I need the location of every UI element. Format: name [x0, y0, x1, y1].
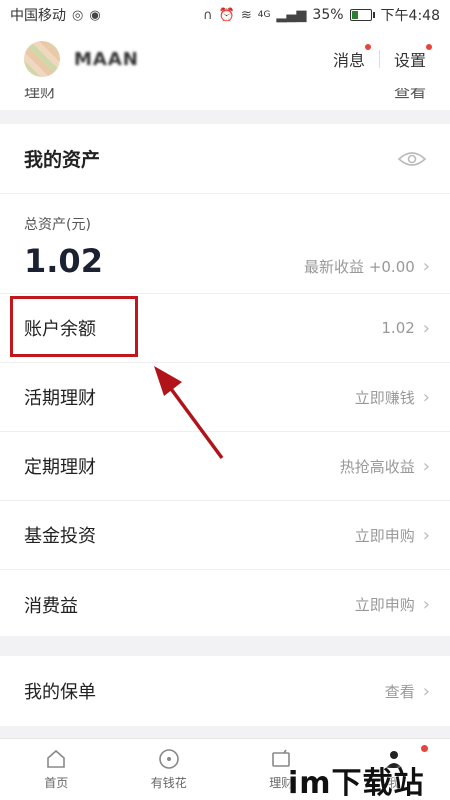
row-my-policy[interactable]: 我的保单 查看 ›: [0, 656, 450, 726]
carrier-label: 中国移动: [10, 8, 66, 24]
settings-badge: [426, 44, 432, 50]
wifi-icon: ≋: [240, 7, 252, 23]
status-left: 中国移动 ◎ ◉: [10, 5, 101, 25]
row-label: 消费益: [24, 595, 78, 617]
messages-badge: [364, 44, 371, 50]
nav-label: 首页: [44, 776, 69, 790]
row-right: 查看 ›: [385, 681, 430, 702]
row-right: 立即赚钱 ›: [355, 387, 430, 408]
highlight-box: [10, 296, 138, 357]
row-label: 定期理财: [24, 457, 96, 478]
settings-label: 设置: [393, 51, 426, 70]
profile-header: MAAN 消息 设置: [0, 30, 450, 88]
assets-card: 我的资产 总资产(元) 1.02 最新收益 +0.00 › 账户余额 1.02 …: [0, 124, 450, 636]
nav-home[interactable]: 首页: [0, 739, 113, 800]
chevron-right-icon: ›: [422, 524, 430, 546]
policy-card: 我的保单 查看 ›: [0, 656, 450, 726]
row-right: 热抢高收益 ›: [340, 456, 430, 477]
clock: 下午4:48: [380, 8, 440, 24]
chevron-right-icon: ›: [422, 386, 430, 408]
avatar[interactable]: [24, 41, 60, 77]
messages-label: 消息: [332, 51, 365, 70]
settings-button[interactable]: 设置: [384, 44, 436, 71]
row-value: 查看: [384, 682, 415, 701]
chevron-right-icon: ›: [422, 680, 430, 702]
home-icon: [47, 749, 66, 768]
latest-income[interactable]: 最新收益 +0.00 ›: [304, 256, 430, 277]
row-value: 1.02: [381, 319, 415, 337]
scrolled-row-value: 查看: [393, 88, 426, 101]
eye-icon[interactable]: [398, 151, 426, 167]
chevron-right-icon: ›: [422, 455, 430, 477]
nav-label: 有钱花: [150, 776, 187, 790]
row-value: 立即赚钱: [354, 388, 415, 407]
row-value: 立即申购: [354, 526, 415, 545]
battery-icon: [349, 9, 375, 21]
chevron-right-icon: ›: [422, 317, 430, 339]
location-icon: ◉: [89, 7, 101, 23]
header-divider: [378, 50, 380, 68]
scrolled-row[interactable]: 理财 查看: [0, 88, 450, 110]
header-actions: 消息 设置: [323, 44, 436, 71]
row-right: 立即申购 ›: [355, 594, 430, 615]
messages-button[interactable]: 消息: [323, 44, 375, 71]
row-value: 立即申购: [354, 596, 415, 614]
chevron-right-icon: ›: [422, 256, 430, 277]
row-fund-investment[interactable]: 基金投资 立即申购 ›: [0, 501, 450, 570]
row-label: 基金投资: [24, 526, 96, 547]
row-fixed-finance[interactable]: 定期理财 热抢高收益 ›: [0, 432, 450, 501]
signal-icon: ▂▄▆: [276, 7, 307, 23]
me-badge: [421, 745, 428, 752]
assets-header: 我的资产: [0, 124, 450, 194]
row-demand-finance[interactable]: 活期理财 立即赚钱 ›: [0, 363, 450, 432]
row-value: 热抢高收益: [339, 457, 415, 476]
total-assets-label: 总资产(元): [24, 217, 91, 233]
row-consumption[interactable]: 消费益 立即申购 ›: [0, 570, 450, 639]
app-screen: 中国移动 ◎ ◉ ∩ ⏰ ≋ 4G ▂▄▆ 35% 下午4:48 MAAN 消息: [0, 0, 450, 800]
scrolled-row-label: 理财: [24, 88, 57, 101]
assets-title: 我的资产: [24, 149, 101, 171]
nav-youqianhua[interactable]: 有钱花: [113, 739, 226, 800]
status-bar: 中国移动 ◎ ◉ ∩ ⏰ ≋ 4G ▂▄▆ 35% 下午4:48: [0, 0, 450, 30]
chevron-right-icon: ›: [422, 594, 430, 615]
row-right: 1.02 ›: [381, 318, 430, 339]
network-type: 4G: [257, 10, 271, 20]
watermark: im下载站: [288, 766, 425, 800]
coin-icon: [158, 749, 179, 769]
username[interactable]: MAAN: [74, 49, 139, 70]
total-assets[interactable]: 总资产(元) 1.02 最新收益 +0.00 ›: [0, 194, 450, 294]
row-right: 立即申购 ›: [355, 525, 430, 546]
battery-percent: 35%: [312, 7, 344, 23]
row-label: 我的保单: [24, 682, 96, 703]
sync-icon: ◎: [72, 7, 84, 23]
latest-income-label: 最新收益 +0.00: [304, 258, 415, 276]
alarm-icon: ⏰: [218, 7, 235, 23]
status-right: ∩ ⏰ ≋ 4G ▂▄▆ 35% 下午4:48: [203, 5, 440, 25]
row-label: 活期理财: [24, 388, 96, 409]
headphone-icon: ∩: [203, 7, 213, 23]
